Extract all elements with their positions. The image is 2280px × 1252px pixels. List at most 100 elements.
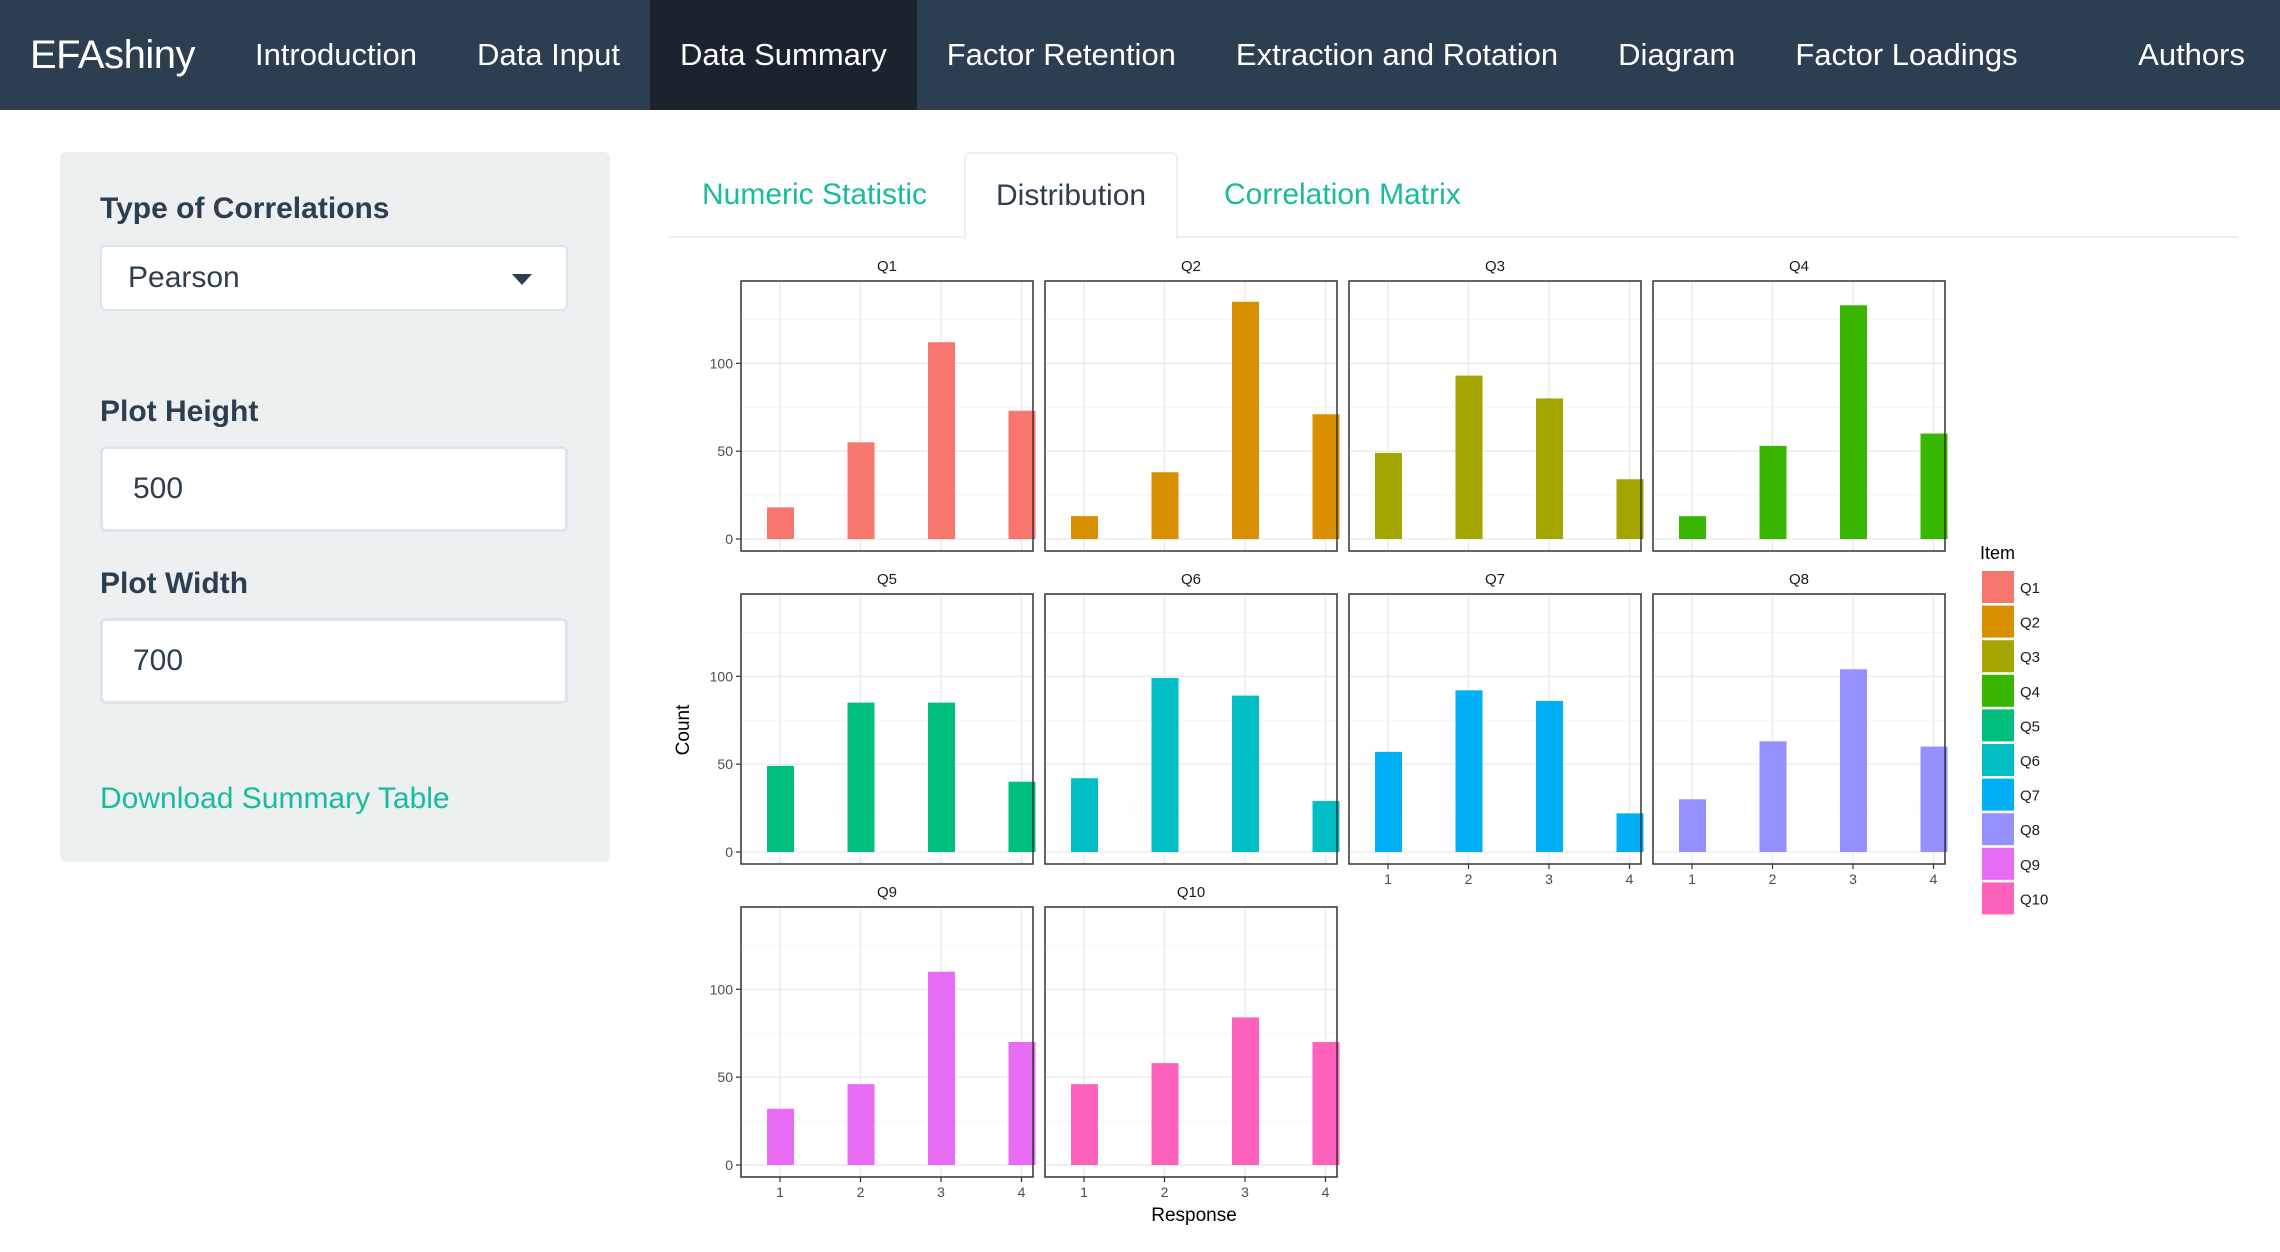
bar-Q8-3	[1840, 669, 1867, 852]
nav-data-summary[interactable]: Data Summary	[650, 0, 917, 110]
bar-Q3-1	[1375, 452, 1402, 539]
bar-Q8-1	[1679, 799, 1706, 852]
bar-Q5-3	[928, 702, 955, 852]
bar-Q6-1	[1071, 778, 1098, 852]
x-tick-label: 1	[1384, 871, 1392, 887]
x-tick-label: 1	[1080, 1184, 1088, 1200]
y-tick-label: 100	[710, 981, 734, 997]
x-tick-label: 1	[1688, 871, 1696, 887]
x-tick-label: 4	[1626, 871, 1634, 887]
legend-label-Q5: Q5	[2020, 718, 2040, 735]
legend-label-Q8: Q8	[2020, 822, 2040, 839]
bar-Q9-1	[767, 1108, 794, 1165]
bar-Q4-1	[1679, 516, 1706, 539]
legend-label-Q10: Q10	[2020, 891, 2048, 908]
legend-label-Q3: Q3	[2020, 649, 2040, 666]
nav-factor-retention[interactable]: Factor Retention	[917, 0, 1206, 110]
legend-key-Q1	[1982, 571, 2014, 603]
nav-factor-loadings[interactable]: Factor Loadings	[1765, 0, 2047, 110]
bar-Q7-3	[1536, 700, 1563, 852]
correlation-type-select[interactable]: Pearson	[100, 245, 568, 311]
bar-Q4-2	[1759, 445, 1787, 539]
tab-distribution[interactable]: Distribution	[964, 152, 1179, 240]
plot-width-input[interactable]: 700	[100, 618, 568, 704]
bar-Q7-1	[1375, 751, 1402, 852]
panel-title-Q7: Q7	[1485, 571, 1505, 588]
x-tick-label: 3	[1545, 871, 1553, 887]
panel-title-Q1: Q1	[877, 258, 897, 275]
panel-title-Q4: Q4	[1789, 258, 1809, 275]
bar-Q4-3	[1840, 305, 1867, 539]
legend-label-Q1: Q1	[2020, 580, 2040, 597]
panel-title-Q3: Q3	[1485, 258, 1505, 275]
bar-Q5-1	[767, 765, 794, 852]
bar-Q6-2	[1151, 678, 1179, 852]
bar-Q10-3	[1232, 1017, 1259, 1165]
nav-introduction[interactable]: Introduction	[225, 0, 447, 110]
bar-Q9-2	[847, 1084, 875, 1165]
x-tick-label: 3	[937, 1184, 945, 1200]
y-tick-label: 0	[725, 844, 733, 860]
panel-background	[1045, 281, 1337, 551]
bar-Q10-4	[1312, 1042, 1340, 1165]
y-tick-label: 50	[717, 1069, 733, 1085]
bar-Q5-2	[847, 702, 875, 852]
panel-background	[1653, 281, 1945, 551]
bar-Q1-4	[1008, 410, 1036, 539]
legend-label-Q7: Q7	[2020, 788, 2040, 805]
bar-Q6-4	[1312, 801, 1340, 852]
bar-Q2-3	[1232, 301, 1259, 539]
legend-key-Q6	[1982, 744, 2014, 776]
legend-key-Q3	[1982, 640, 2014, 673]
sidebar-panel: Type of Correlations Pearson Plot Height…	[60, 152, 610, 862]
x-tick-label: 2	[857, 1184, 865, 1200]
legend-key-Q10	[1982, 882, 2014, 915]
legend-key-Q2	[1982, 605, 2014, 638]
tab-numeric-statistic[interactable]: Numeric Statistic	[702, 152, 927, 238]
panel-title-Q5: Q5	[877, 571, 897, 588]
nav-extraction-rotation[interactable]: Extraction and Rotation	[1206, 0, 1588, 110]
bar-Q10-2	[1151, 1063, 1179, 1165]
bar-Q3-4	[1616, 479, 1644, 539]
x-axis-label: Response	[1151, 1205, 1237, 1226]
nav-diagram[interactable]: Diagram	[1588, 0, 1765, 110]
x-tick-label: 4	[1930, 871, 1938, 887]
legend-title: Item	[1980, 543, 2015, 563]
nav-data-input[interactable]: Data Input	[447, 0, 650, 110]
plot-width-label: Plot Width	[100, 567, 249, 600]
bar-Q8-4	[1920, 746, 1948, 852]
y-tick-label: 100	[710, 668, 734, 684]
x-tick-label: 4	[1018, 1184, 1026, 1200]
x-tick-label: 2	[1769, 871, 1777, 887]
bar-Q7-4	[1616, 813, 1644, 852]
legend-label-Q4: Q4	[2020, 684, 2040, 701]
bar-Q9-3	[928, 971, 955, 1165]
download-summary-link[interactable]: Download Summary Table	[100, 782, 450, 816]
panel-title-Q9: Q9	[877, 884, 897, 901]
tab-correlation-matrix[interactable]: Correlation Matrix	[1224, 152, 1461, 238]
app-brand[interactable]: EFAshiny	[0, 0, 225, 110]
legend-label-Q2: Q2	[2020, 615, 2040, 632]
plot-height-input[interactable]: 500	[100, 446, 568, 532]
x-tick-label: 4	[1322, 1184, 1330, 1200]
x-tick-label: 1	[776, 1184, 784, 1200]
plot-height-label: Plot Height	[100, 395, 259, 428]
bar-Q3-3	[1536, 398, 1563, 539]
distribution-chart: Q1050100Q2 Q3 Q4Q5050100Q6 Q71 2 3 4Q81 2 3 4Q905…	[673, 258, 2048, 1226]
legend-label-Q9: Q9	[2020, 857, 2040, 874]
y-tick-label: 100	[710, 355, 734, 371]
panel-title-Q6: Q6	[1181, 571, 1201, 588]
bar-Q9-4	[1008, 1042, 1036, 1165]
bar-Q6-3	[1232, 695, 1259, 852]
bar-Q2-4	[1312, 414, 1340, 539]
legend-key-Q4	[1982, 674, 2014, 707]
x-tick-label: 3	[1849, 871, 1857, 887]
y-tick-label: 50	[717, 443, 733, 459]
bar-Q7-2	[1455, 690, 1483, 852]
legend-key-Q9	[1982, 847, 2014, 880]
bar-Q2-2	[1151, 472, 1179, 539]
nav-authors[interactable]: Authors	[2108, 0, 2280, 110]
y-axis-label: Count	[673, 704, 694, 755]
bar-Q1-3	[928, 342, 955, 539]
